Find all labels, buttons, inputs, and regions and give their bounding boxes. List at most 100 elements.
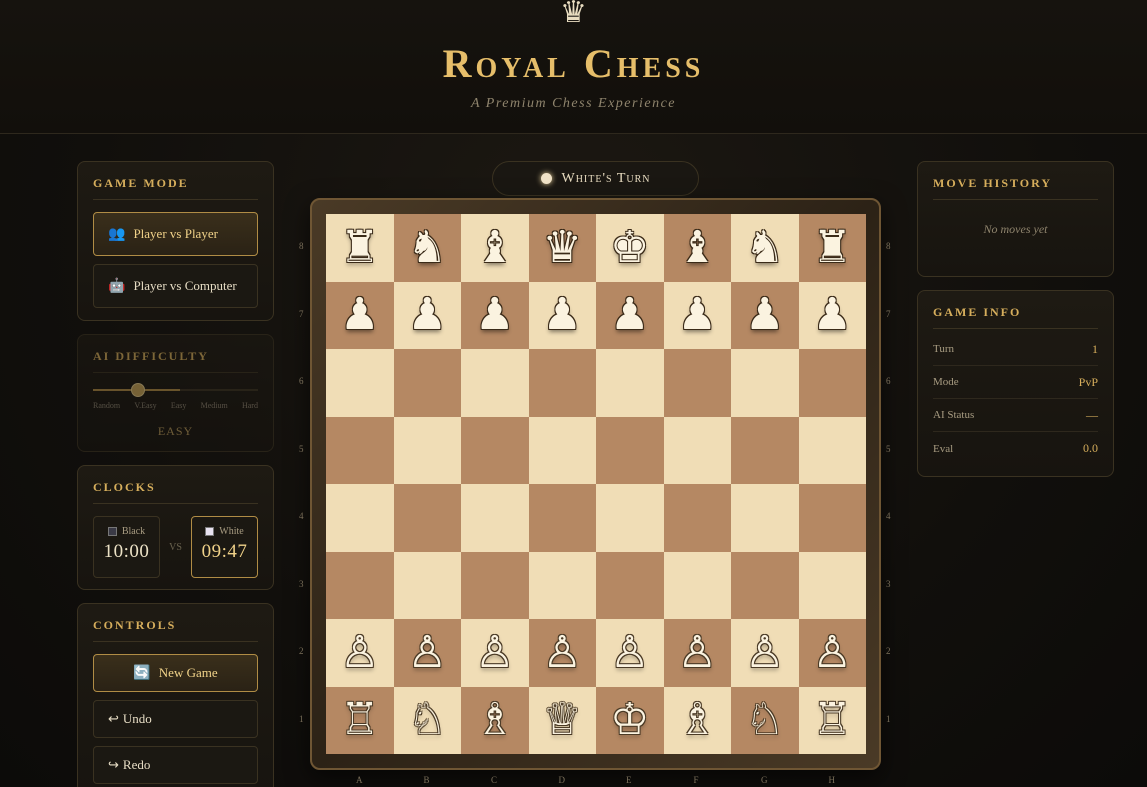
white-bishop-piece[interactable]: ♗ [678,698,717,742]
square-h8[interactable]: ♜ [798,214,866,282]
square-g8[interactable]: ♞ [731,214,799,282]
square-c5[interactable] [461,416,529,484]
square-d8[interactable]: ♛ [528,214,596,282]
black-bishop-piece[interactable]: ♝ [475,225,514,270]
white-pawn-piece[interactable]: ♙ [610,630,649,675]
black-pawn-piece[interactable]: ♟ [610,293,649,337]
square-c7[interactable]: ♟ [461,281,529,349]
square-e3[interactable] [596,551,664,619]
square-g5[interactable] [731,416,799,484]
square-a7[interactable]: ♟ [326,281,394,349]
black-king-piece[interactable]: ♚ [610,225,649,270]
white-knight-piece[interactable]: ♘ [745,698,784,742]
square-f4[interactable] [663,484,731,552]
black-pawn-piece[interactable]: ♟ [678,293,717,337]
white-pawn-piece[interactable]: ♙ [475,630,514,675]
square-e6[interactable] [596,349,664,417]
white-bishop-piece[interactable]: ♗ [475,698,514,742]
square-b2[interactable]: ♙ [393,619,461,687]
square-f7[interactable]: ♟ [663,281,731,349]
white-pawn-piece[interactable]: ♙ [340,630,379,675]
black-knight-piece[interactable]: ♞ [745,225,784,270]
square-c8[interactable]: ♝ [461,214,529,282]
square-h3[interactable] [798,551,866,619]
black-bishop-piece[interactable]: ♝ [678,225,717,270]
square-b1[interactable]: ♘ [393,686,461,754]
black-rook-piece[interactable]: ♜ [813,225,852,270]
square-b4[interactable] [393,484,461,552]
square-e7[interactable]: ♟ [596,281,664,349]
square-d4[interactable] [528,484,596,552]
redo-button[interactable]: ↪ Redo [93,746,258,784]
mode-pvc-button[interactable]: 🤖 Player vs Computer [93,264,258,308]
square-d5[interactable] [528,416,596,484]
square-b7[interactable]: ♟ [393,281,461,349]
square-e2[interactable]: ♙ [596,619,664,687]
square-f3[interactable] [663,551,731,619]
square-e5[interactable] [596,416,664,484]
square-g7[interactable]: ♟ [731,281,799,349]
square-d7[interactable]: ♟ [528,281,596,349]
mode-pvp-button[interactable]: 👥 Player vs Player [93,212,258,256]
square-c2[interactable]: ♙ [461,619,529,687]
white-knight-piece[interactable]: ♘ [408,698,447,742]
square-g1[interactable]: ♘ [731,686,799,754]
square-h5[interactable] [798,416,866,484]
square-e1[interactable]: ♔ [596,686,664,754]
square-b5[interactable] [393,416,461,484]
square-g6[interactable] [731,349,799,417]
white-rook-piece[interactable]: ♖ [340,698,379,742]
difficulty-slider[interactable] [93,383,258,397]
white-pawn-piece[interactable]: ♙ [408,630,447,675]
square-c6[interactable] [461,349,529,417]
square-a1[interactable]: ♖ [326,686,394,754]
square-f5[interactable] [663,416,731,484]
black-pawn-piece[interactable]: ♟ [408,293,447,337]
black-pawn-piece[interactable]: ♟ [475,293,514,337]
square-g2[interactable]: ♙ [731,619,799,687]
black-rook-piece[interactable]: ♜ [340,225,379,270]
square-h6[interactable] [798,349,866,417]
white-rook-piece[interactable]: ♖ [813,698,852,742]
square-g3[interactable] [731,551,799,619]
white-king-piece[interactable]: ♔ [610,698,649,742]
square-c3[interactable] [461,551,529,619]
chess-board[interactable]: ♜ ♞ ♝ ♛ ♚ ♝ ♞ ♜ ♟ ♟ ♟ ♟ ♟ ♟ ♟ ♟ ♙ ♙ ♙ ♙ ♙ ♙ ♙ ♙ ♖ ♘ ♗ ♕ ♔ ♗ ♘ ♖ [326,214,866,754]
square-h1[interactable]: ♖ [798,686,866,754]
square-e4[interactable] [596,484,664,552]
white-pawn-piece[interactable]: ♙ [745,630,784,675]
slider-thumb[interactable] [131,383,146,397]
square-b3[interactable] [393,551,461,619]
black-pawn-piece[interactable]: ♟ [340,293,379,337]
white-pawn-piece[interactable]: ♙ [678,630,717,675]
square-c1[interactable]: ♗ [461,686,529,754]
square-a6[interactable] [326,349,394,417]
new-game-button[interactable]: 🔄 New Game [93,654,258,692]
white-pawn-piece[interactable]: ♙ [543,630,582,675]
square-d3[interactable] [528,551,596,619]
square-f8[interactable]: ♝ [663,214,731,282]
square-f2[interactable]: ♙ [663,619,731,687]
square-a2[interactable]: ♙ [326,619,394,687]
square-g4[interactable] [731,484,799,552]
square-b6[interactable] [393,349,461,417]
square-b8[interactable]: ♞ [393,214,461,282]
square-h4[interactable] [798,484,866,552]
square-d6[interactable] [528,349,596,417]
square-h7[interactable]: ♟ [798,281,866,349]
black-knight-piece[interactable]: ♞ [408,225,447,270]
black-pawn-piece[interactable]: ♟ [745,293,784,337]
black-pawn-piece[interactable]: ♟ [543,293,582,337]
square-f1[interactable]: ♗ [663,686,731,754]
square-c4[interactable] [461,484,529,552]
black-pawn-piece[interactable]: ♟ [813,293,852,337]
square-a5[interactable] [326,416,394,484]
white-queen-piece[interactable]: ♕ [543,698,582,742]
square-f6[interactable] [663,349,731,417]
square-a3[interactable] [326,551,394,619]
square-e8[interactable]: ♚ [596,214,664,282]
square-h2[interactable]: ♙ [798,619,866,687]
square-a4[interactable] [326,484,394,552]
square-d1[interactable]: ♕ [528,686,596,754]
white-pawn-piece[interactable]: ♙ [813,630,852,675]
